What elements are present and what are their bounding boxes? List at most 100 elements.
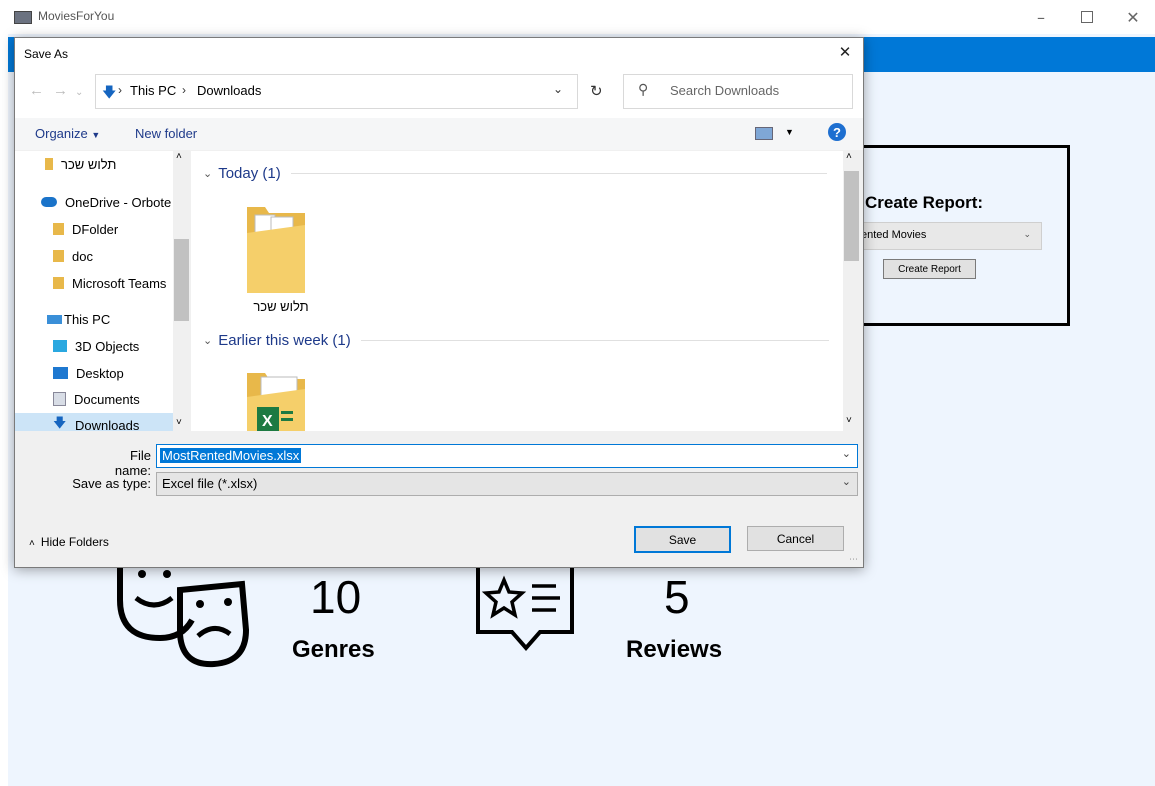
cancel-button[interactable]: Cancel [747,526,844,551]
refresh-icon[interactable]: ↻ [590,82,603,100]
close-window-button[interactable]: ✕ [1110,4,1155,30]
nav-scrollbar[interactable]: ˄ ˅ [173,151,190,431]
save-as-dialog: Save As ✕ ← → ⌄ ↑ 🡇 › This PC › Download… [14,37,864,568]
view-options-icon[interactable] [755,127,773,140]
file-scrollbar[interactable]: ˄ ˅ [843,151,860,431]
nav-item-microsoft-teams[interactable]: Microsoft Teams [53,271,166,295]
chevron-down-icon: ⌄ [841,476,851,488]
close-icon[interactable]: ✕ [833,41,857,63]
scroll-down-icon[interactable]: ˅ [176,417,182,428]
nav-item-doc[interactable]: doc [53,244,93,268]
report-type-select[interactable]: ented Movies ⌄ [846,222,1042,250]
nav-item-3d-objects[interactable]: 3D Objects [53,334,139,358]
report-label: Create Report: [865,193,984,212]
back-arrow-icon[interactable]: ← [29,82,44,99]
file-item-label: תלוש שכר [253,299,309,314]
command-bar: Organize ▼ New folder ▼ ? [15,118,863,150]
download-icon: 🡇 [53,415,67,430]
group-title: Earlier this week (1) [218,332,351,349]
chevron-down-icon[interactable]: ⌄ [553,82,563,96]
breadcrumb-separator-icon: › [118,83,122,97]
desktop-icon [53,367,68,379]
nav-item-documents[interactable]: Documents [53,387,140,411]
dialog-titlebar [15,38,863,68]
group-header-today[interactable]: ⌄ Today (1) [203,165,827,182]
nav-item-label: OneDrive - Orbote [65,194,172,210]
scroll-up-icon[interactable]: ˄ [846,151,852,162]
folder-icon [53,277,64,289]
forward-arrow-icon[interactable]: → [53,82,68,99]
group-divider [290,173,827,174]
excel-file-icon: X [247,373,305,431]
resize-grip-icon[interactable]: ⋯ [849,554,858,565]
chevron-down-icon: ⌄ [1023,229,1031,239]
file-scroll-thumb[interactable] [844,171,859,261]
svg-text:X: X [262,413,273,430]
reviews-label: Reviews [626,636,723,663]
group-header-earlier-this-week[interactable]: ⌄ Earlier this week (1) [203,332,829,349]
address-bar[interactable]: 🡇 › This PC › Downloads ⌄ [95,74,578,109]
nav-item-label: DFolder [72,221,119,237]
scroll-down-icon[interactable]: ˅ [846,415,852,426]
save-type-label: Save as type: [72,476,151,491]
nav-item-dfolder[interactable]: DFolder [53,217,118,241]
dialog-title: Save As [24,47,69,61]
recent-locations-icon[interactable]: ⌄ [75,87,83,98]
nav-item-label: Desktop [76,365,124,381]
reviews-count: 5 [664,571,690,623]
search-placeholder: Search Downloads [670,83,780,98]
hide-folders-label: Hide Folders [40,535,109,549]
file-name-input[interactable]: MostRentedMovies.xlsx ⌄ [156,444,858,468]
hide-folders-button[interactable]: ˄ Hide Folders [29,535,109,549]
file-name-value: MostRentedMovies.xlsx [160,448,302,463]
breadcrumb-separator-icon: › [182,83,186,97]
nav-item-desktop[interactable]: Desktop [53,361,124,385]
file-pane: ⌄ Today (1) תלוש שכר ⌄ Earlier this week… [191,151,859,431]
nav-item-label: doc [72,248,93,264]
genres-count: 10 [310,571,362,623]
save-button[interactable]: Save [634,526,731,553]
nav-item-label: This PC [64,311,111,327]
create-report-button[interactable]: Create Report [883,259,976,279]
nav-item-label: Microsoft Teams [72,275,167,291]
window-titlebar: MoviesForYou – ✕ [0,0,1155,34]
organize-menu[interactable]: Organize ▼ [35,126,100,141]
folder-icon [53,250,64,262]
group-divider [360,340,829,341]
scroll-up-icon[interactable]: ˄ [176,151,182,162]
chevron-down-icon: ⌄ [203,335,213,347]
nav-item-label: Downloads [75,417,140,432]
nav-item-this-pc[interactable]: This PC [47,307,110,331]
nav-item-folder[interactable]: תלוש שכר [45,152,116,176]
nav-item-onedrive[interactable]: OneDrive - Orbote [41,190,171,214]
minimize-button[interactable]: – [1018,4,1064,30]
file-item-folder[interactable]: תלוש שכר [231,203,311,314]
group-title: Today (1) [218,165,281,182]
chevron-down-icon[interactable]: ⌄ [842,447,851,460]
help-icon[interactable]: ? [828,123,846,141]
save-type-select[interactable]: Excel file (*.xlsx) ⌄ [156,472,858,496]
chevron-down-icon: ⌄ [203,168,213,180]
onedrive-icon [41,197,57,207]
navigation-pane: תלוש שכר OneDrive - Orbote DFolder doc M… [15,151,190,431]
search-box[interactable]: ⚲ Search Downloads [623,74,853,109]
nav-item-downloads[interactable]: 🡇 Downloads [15,413,173,431]
window-title: MoviesForYou [38,9,115,23]
breadcrumb-this-pc[interactable]: This PC [130,83,176,98]
chevron-up-icon: ˄ [29,538,35,549]
caret-down-icon: ▼ [91,130,101,140]
star-review-icon [476,562,574,652]
download-arrow-icon: 🡇 [102,84,117,100]
breadcrumb-downloads[interactable]: Downloads [197,83,261,98]
organize-label: Organize [35,126,88,141]
report-type-value: ented Movies [861,229,927,241]
nav-scroll-thumb[interactable] [174,239,189,321]
theater-masks-icon [117,564,250,668]
folder-icon [247,207,305,293]
maximize-button[interactable] [1064,4,1110,30]
caret-down-icon[interactable]: ▼ [785,127,794,137]
file-item-excel[interactable]: X [231,369,311,431]
save-type-value: Excel file (*.xlsx) [162,476,258,491]
new-folder-button[interactable]: New folder [135,126,197,141]
search-icon: ⚲ [638,81,649,97]
